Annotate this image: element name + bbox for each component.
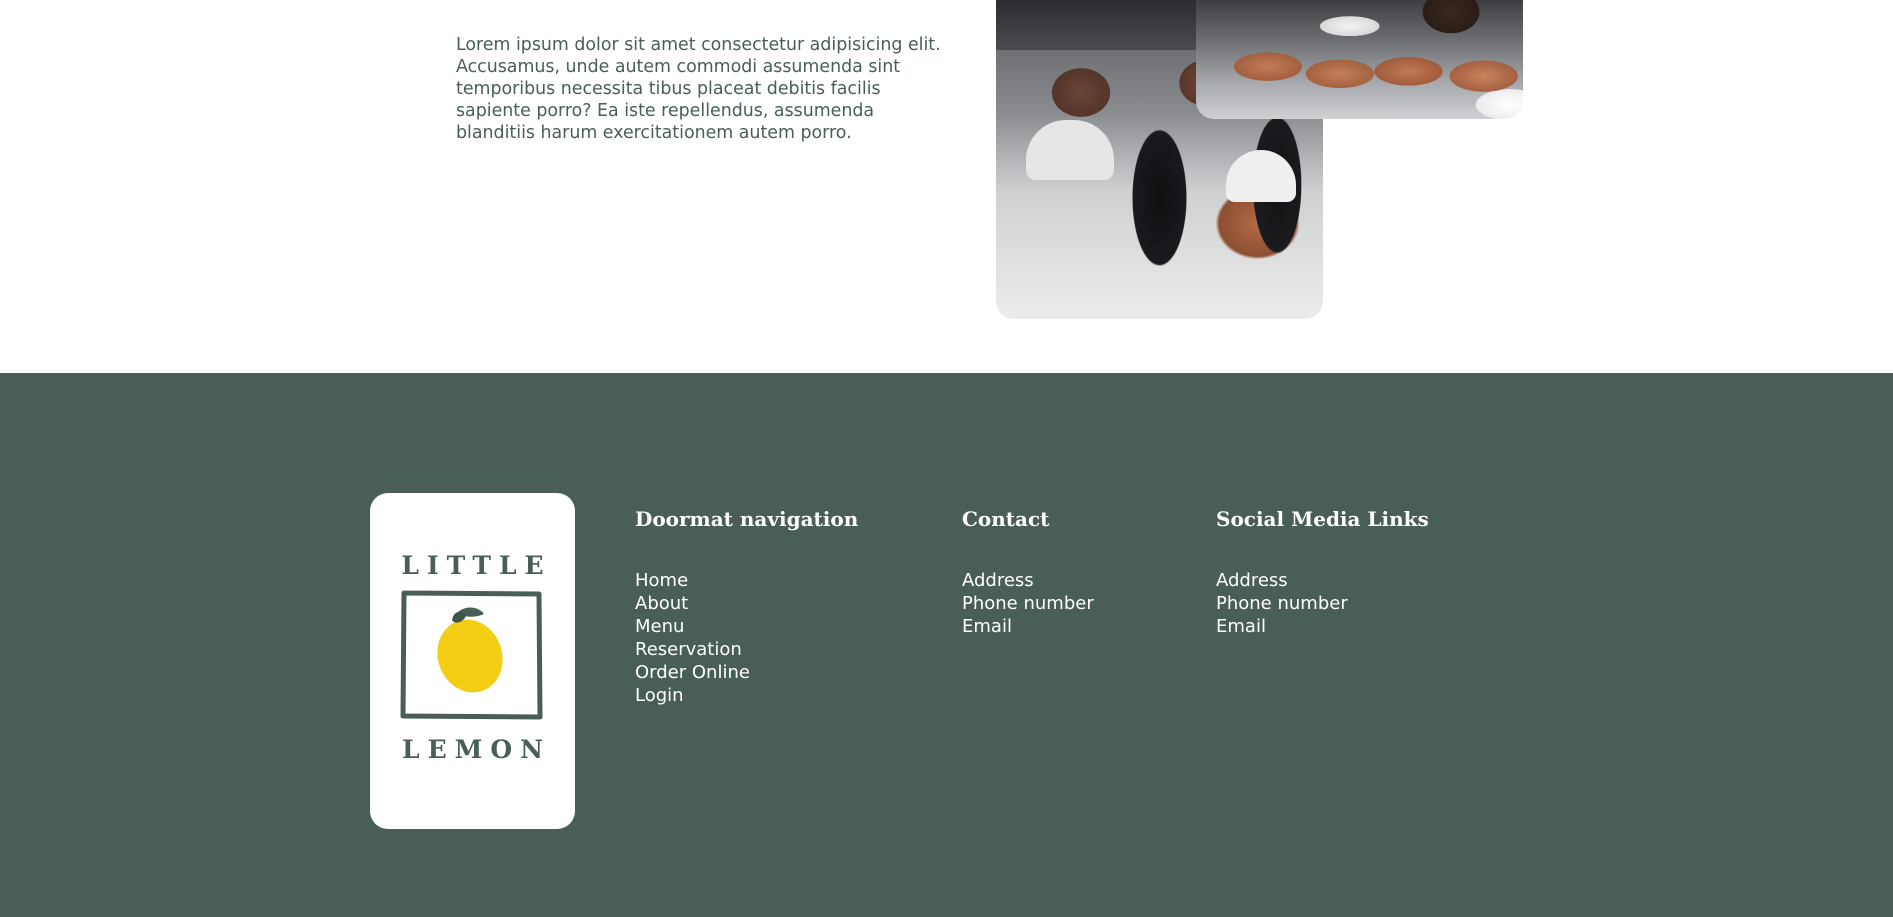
contact-address[interactable]: Address xyxy=(962,569,1094,592)
lemon-icon xyxy=(400,590,543,720)
nav-link-order-online[interactable]: Order Online xyxy=(635,661,750,684)
social-email[interactable]: Email xyxy=(1216,615,1348,638)
about-section: Lorem ipsum dolor sit amet consectetur a… xyxy=(0,0,1893,373)
contact-heading: Contact xyxy=(962,507,1050,531)
little-lemon-logo[interactable]: LITTLE LEMON xyxy=(370,493,575,829)
social-address[interactable]: Address xyxy=(1216,569,1348,592)
contact-phone[interactable]: Phone number xyxy=(962,592,1094,615)
contact-email[interactable]: Email xyxy=(962,615,1094,638)
nav-link-reservation[interactable]: Reservation xyxy=(635,638,750,661)
nav-link-home[interactable]: Home xyxy=(635,569,750,592)
social-heading: Social Media Links xyxy=(1216,507,1429,531)
social-list: Address Phone number Email xyxy=(1216,569,1348,638)
about-description: Lorem ipsum dolor sit amet consectetur a… xyxy=(456,35,941,143)
nav-link-about[interactable]: About xyxy=(635,592,750,615)
logo-text-bottom: LEMON xyxy=(402,735,551,764)
doormat-nav: Home About Menu Reservation Order Online… xyxy=(635,569,750,707)
site-footer: LITTLE LEMON Doormat navigation Home Abo… xyxy=(0,373,1893,917)
chef-left xyxy=(1026,120,1114,180)
nav-link-menu[interactable]: Menu xyxy=(635,615,750,638)
nav-link-login[interactable]: Login xyxy=(635,684,750,707)
kitchen-bowls-photo xyxy=(1196,0,1523,119)
doormat-heading: Doormat navigation xyxy=(635,507,859,531)
contact-list: Address Phone number Email xyxy=(962,569,1094,638)
chef-right xyxy=(1226,150,1296,202)
social-phone[interactable]: Phone number xyxy=(1216,592,1348,615)
logo-text-top: LITTLE xyxy=(401,551,552,580)
